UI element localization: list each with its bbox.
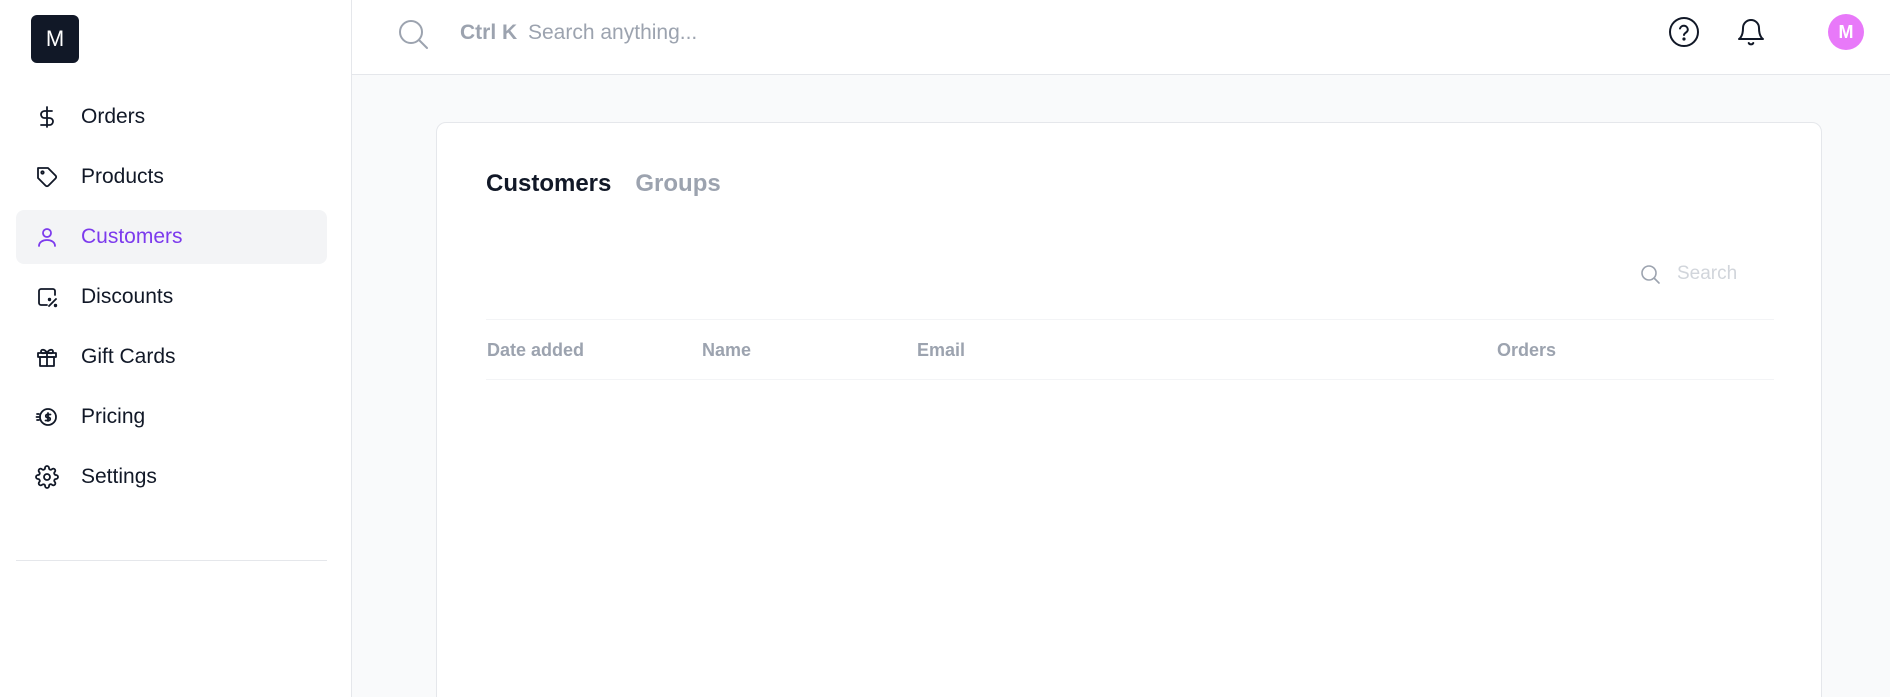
- sidebar-item-label: Customers: [81, 225, 183, 248]
- column-header-email[interactable]: Email: [917, 340, 965, 361]
- gift-icon: [34, 344, 60, 370]
- sidebar-item-products[interactable]: Products: [16, 150, 327, 204]
- topbar: Ctrl K M: [352, 0, 1890, 75]
- sidebar-item-label: Discounts: [81, 285, 174, 308]
- column-header-name[interactable]: Name: [702, 340, 751, 361]
- tab-groups[interactable]: Groups: [635, 170, 720, 198]
- sidebar-item-label: Pricing: [81, 405, 146, 428]
- sidebar-item-gift-cards[interactable]: Gift Cards: [16, 330, 327, 384]
- global-search-input[interactable]: [528, 16, 1028, 50]
- sidebar-item-settings[interactable]: Settings: [16, 450, 327, 504]
- tag-icon: [34, 164, 60, 190]
- sidebar-item-discounts[interactable]: Discounts: [16, 270, 327, 324]
- table-header: Date added Name Email Orders: [486, 319, 1774, 380]
- sidebar-item-label: Orders: [81, 105, 146, 128]
- sidebar-item-label: Gift Cards: [81, 345, 176, 368]
- sidebar-item-label: Products: [81, 165, 164, 188]
- avatar[interactable]: M: [1828, 14, 1864, 50]
- tabs: Customers Groups: [486, 170, 721, 198]
- sidebar-item-pricing[interactable]: Pricing: [16, 390, 327, 444]
- sidebar: M Orders Products Customers Discounts Gi…: [0, 0, 352, 697]
- user-icon: [34, 224, 60, 250]
- table-search: [1639, 263, 1773, 285]
- store-logo[interactable]: M: [31, 15, 79, 63]
- sidebar-item-customers[interactable]: Customers: [16, 210, 327, 264]
- customers-card: Customers Groups Date added Name Email O…: [436, 122, 1822, 697]
- sidebar-divider: [16, 560, 327, 561]
- bell-icon[interactable]: [1734, 15, 1768, 49]
- column-header-orders[interactable]: Orders: [1497, 340, 1556, 361]
- dollar-icon: [34, 104, 60, 130]
- search-shortcut-hint: Ctrl K: [460, 21, 518, 44]
- pricing-icon: [34, 404, 60, 430]
- sidebar-nav: Orders Products Customers Discounts Gift…: [16, 90, 327, 510]
- discount-icon: [34, 284, 60, 310]
- search-icon[interactable]: [396, 17, 430, 51]
- gear-icon: [34, 464, 60, 490]
- table-search-input[interactable]: [1677, 263, 1773, 285]
- search-icon: [1639, 263, 1661, 285]
- tab-customers[interactable]: Customers: [486, 170, 611, 198]
- sidebar-item-label: Settings: [81, 465, 157, 488]
- help-icon[interactable]: [1667, 15, 1701, 49]
- sidebar-item-orders[interactable]: Orders: [16, 90, 327, 144]
- column-header-date-added[interactable]: Date added: [487, 340, 584, 361]
